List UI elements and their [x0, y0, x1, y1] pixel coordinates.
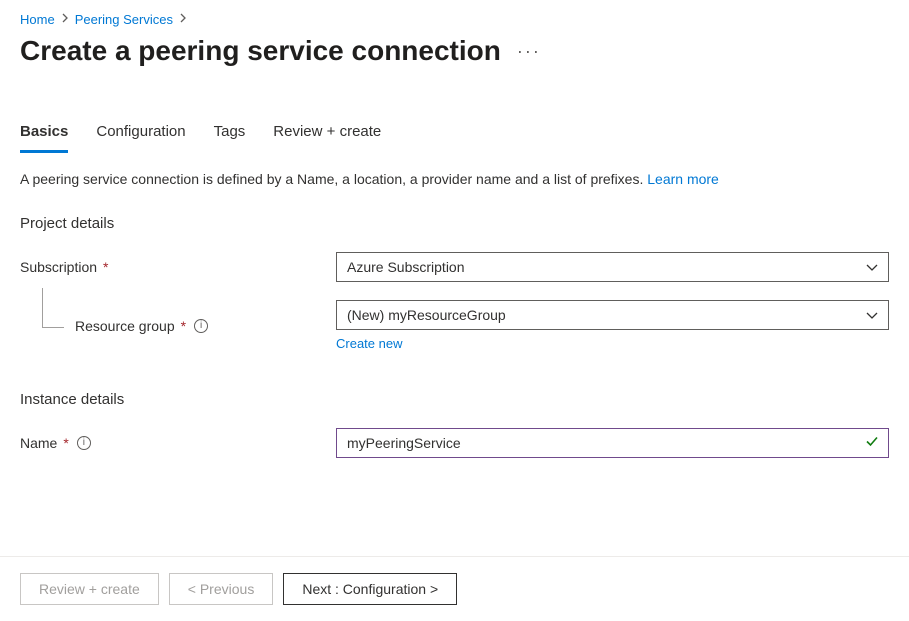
review-create-button[interactable]: Review + create: [20, 573, 159, 605]
breadcrumb-home[interactable]: Home: [20, 12, 55, 27]
resource-group-value: (New) myResourceGroup: [347, 307, 506, 323]
resource-group-label-text: Resource group: [75, 318, 175, 334]
resource-group-row: Resource group * i (New) myResourceGroup…: [20, 300, 889, 351]
subscription-label-text: Subscription: [20, 259, 97, 275]
breadcrumb-peering-services[interactable]: Peering Services: [75, 12, 173, 27]
chevron-right-icon: [61, 13, 69, 26]
page-title: Create a peering service connection: [20, 35, 501, 67]
create-new-link[interactable]: Create new: [336, 336, 402, 351]
project-details-section: Project details Subscription * Azure Sub…: [20, 215, 889, 351]
learn-more-link[interactable]: Learn more: [647, 171, 719, 187]
name-input[interactable]: [336, 428, 889, 458]
name-label-text: Name: [20, 435, 57, 451]
required-asterisk: *: [103, 259, 108, 275]
project-details-header: Project details: [20, 215, 889, 232]
tab-configuration[interactable]: Configuration: [96, 123, 185, 153]
page-title-row: Create a peering service connection ···: [20, 35, 889, 67]
subscription-row: Subscription * Azure Subscription: [20, 252, 889, 282]
chevron-down-icon: [866, 307, 878, 323]
name-input-wrap: [336, 428, 889, 458]
info-icon[interactable]: i: [194, 319, 208, 333]
required-asterisk: *: [63, 435, 68, 451]
next-button[interactable]: Next : Configuration >: [283, 573, 457, 605]
instance-details-section: Instance details Name * i: [20, 391, 889, 458]
name-label: Name * i: [20, 435, 336, 451]
resource-group-select[interactable]: (New) myResourceGroup: [336, 300, 889, 330]
resource-group-label: Resource group * i: [20, 318, 336, 334]
breadcrumb: Home Peering Services: [20, 12, 889, 27]
checkmark-icon: [865, 435, 879, 452]
chevron-right-icon: [179, 13, 187, 26]
tabs: Basics Configuration Tags Review + creat…: [20, 123, 889, 153]
tree-connector: [42, 288, 64, 328]
subscription-select[interactable]: Azure Subscription: [336, 252, 889, 282]
description-content: A peering service connection is defined …: [20, 171, 647, 187]
required-asterisk: *: [181, 318, 186, 334]
tab-basics[interactable]: Basics: [20, 123, 68, 153]
tab-review-create[interactable]: Review + create: [273, 123, 381, 153]
info-icon[interactable]: i: [77, 436, 91, 450]
chevron-down-icon: [866, 259, 878, 275]
subscription-value: Azure Subscription: [347, 259, 465, 275]
description-text: A peering service connection is defined …: [20, 171, 889, 187]
instance-details-header: Instance details: [20, 391, 889, 408]
footer-actions: Review + create < Previous Next : Config…: [0, 556, 909, 621]
tab-tags[interactable]: Tags: [214, 123, 246, 153]
previous-button[interactable]: < Previous: [169, 573, 274, 605]
subscription-label: Subscription *: [20, 259, 336, 275]
more-actions-button[interactable]: ···: [517, 42, 541, 60]
name-row: Name * i: [20, 428, 889, 458]
